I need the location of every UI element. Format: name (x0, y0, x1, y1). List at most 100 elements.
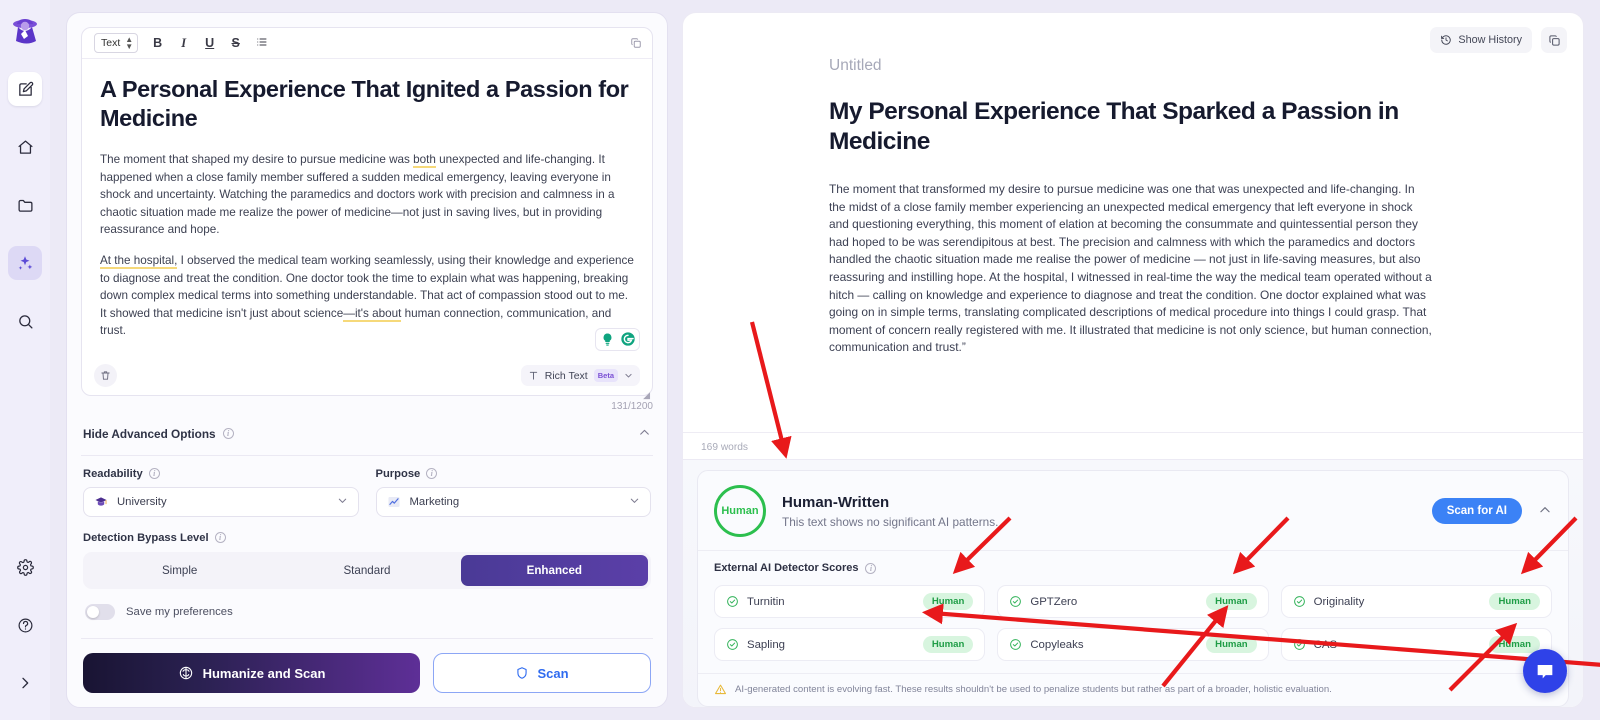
scan-for-ai-button[interactable]: Scan for AI (1431, 498, 1522, 524)
advanced-options-label: Hide Advanced Options (83, 426, 216, 441)
detector-status-badge: Human (1489, 593, 1540, 610)
check-circle-icon (727, 596, 738, 607)
bypass-option-simple[interactable]: Simple (86, 555, 273, 586)
detector-card-cas[interactable]: CAS Human (1280, 628, 1552, 661)
history-clock-icon (1441, 35, 1452, 45)
format-select[interactable]: Text ▲ ▼ (94, 33, 139, 53)
check-circle-icon (1293, 596, 1305, 607)
editor-toolbar: Text ▲ ▼ B I U S (82, 28, 652, 59)
updown-arrows-icon: ▲ ▼ (125, 35, 134, 51)
sidebar-item-edit[interactable] (8, 72, 42, 106)
show-history-label: Show History (1458, 34, 1522, 46)
advanced-options-toggle[interactable]: Hide Advanced Options i (67, 412, 667, 455)
sidebar-item-humanizer[interactable] (8, 246, 42, 280)
detector-status-badge: Human (922, 593, 974, 610)
grammarly-idea-icon[interactable] (599, 331, 616, 348)
readability-value: University (117, 495, 167, 508)
scan-warning-text: AI-generated content is evolving fast. T… (735, 684, 1332, 695)
scan-warning: AI-generated content is evolving fast. T… (698, 673, 1568, 706)
sidebar-expand-button[interactable] (8, 666, 42, 700)
purpose-value: Marketing (409, 495, 460, 508)
scan-results-panel: Human Human-Written This text shows no s… (683, 459, 1583, 707)
sidebar-item-folder[interactable] (8, 188, 42, 222)
detector-card-copyleaks[interactable]: Copyleaks Human (997, 628, 1269, 661)
resize-grip-icon[interactable]: ◢ (643, 390, 650, 401)
bypass-label: Detection Bypass Level (83, 531, 209, 544)
left-sidebar (0, 0, 50, 720)
detector-card-turnitin[interactable]: Turnitin Human (714, 585, 986, 618)
trash-icon[interactable] (94, 364, 117, 388)
chevron-up-icon[interactable] (638, 426, 651, 442)
readability-select[interactable]: University (83, 486, 359, 517)
chevron-down-icon[interactable] (629, 495, 640, 509)
sidebar-item-settings[interactable] (8, 550, 42, 584)
bold-button[interactable]: B (151, 36, 164, 50)
collapse-scan-button[interactable] (1538, 503, 1552, 520)
scan-button[interactable]: Scan (433, 653, 651, 693)
bullet-list-icon[interactable] (255, 36, 268, 51)
chevron-right-icon (22, 677, 29, 689)
beta-badge: Beta (593, 369, 618, 383)
chevron-up-icon (1540, 506, 1550, 512)
chevron-down-icon[interactable] (337, 495, 348, 509)
format-select-value: Text (101, 37, 121, 49)
text-editor[interactable]: Text ▲ ▼ B I U S A Personal Experience T… (81, 27, 653, 400)
info-icon[interactable]: i (148, 468, 160, 480)
brain-icon (179, 666, 192, 680)
grammarly-logo-icon[interactable] (619, 331, 636, 348)
info-icon[interactable]: i (222, 428, 234, 440)
chevron-down-icon (625, 374, 632, 378)
writing-assistant-icons[interactable] (595, 327, 640, 351)
chart-line-icon (387, 496, 400, 507)
detective-logo[interactable] (7, 14, 43, 50)
external-scores-label: External AI Detector Scores (714, 562, 859, 574)
italic-button[interactable]: I (177, 36, 190, 51)
save-preferences-toggle[interactable] (85, 603, 115, 620)
shield-icon (517, 667, 528, 679)
copy-icon[interactable] (630, 36, 642, 54)
editor-body[interactable]: A Personal Experience That Ignited a Pas… (82, 59, 652, 357)
search-icon (18, 314, 33, 329)
output-body: The moment that transformed my desire to… (829, 182, 1432, 355)
editor-title[interactable]: A Personal Experience That Ignited a Pas… (100, 75, 634, 133)
detector-card-gptzero[interactable]: GPTZero Human (997, 585, 1269, 618)
output-scroll-area[interactable]: Untitled My Personal Experience That Spa… (683, 13, 1583, 432)
editor-paragraph-2[interactable]: At the hospital, I observed the medical … (100, 252, 634, 340)
p2-highlight: At the hospital, (100, 253, 178, 269)
chat-bubble-icon[interactable] (1523, 649, 1567, 693)
humanize-and-scan-button[interactable]: Humanize and Scan (83, 653, 420, 693)
bypass-option-enhanced[interactable]: Enhanced (460, 554, 648, 586)
info-icon[interactable]: i (426, 468, 438, 480)
purpose-select[interactable]: Marketing (375, 486, 651, 517)
detector-name: CAS (1313, 638, 1338, 651)
detector-grid: Turnitin Human GPTZero Human Originality… (714, 585, 1552, 661)
detector-name: Originality (1313, 595, 1365, 608)
left-panel: Text ▲ ▼ B I U S A Personal Experience T… (50, 0, 668, 720)
detector-status-badge: Human (1206, 593, 1257, 610)
p2-highlight-2: —it's about (343, 306, 402, 322)
check-circle-icon (1010, 639, 1022, 650)
detector-card-originality[interactable]: Originality Human (1280, 585, 1552, 618)
output-card: Show History Untitled My Personal Experi… (682, 12, 1584, 708)
p1-part-a: The moment that shaped my desire to purs… (100, 153, 414, 166)
sidebar-item-search[interactable] (8, 304, 42, 338)
editor-paragraph-1[interactable]: The moment that shaped my desire to purs… (100, 151, 634, 239)
purpose-label: Purpose (375, 467, 421, 480)
copy-output-button[interactable] (1541, 27, 1567, 53)
sidebar-item-help[interactable] (8, 608, 42, 642)
character-count: 131/1200 (611, 400, 653, 412)
info-icon[interactable]: i (214, 532, 226, 544)
show-history-button[interactable]: Show History (1430, 27, 1532, 53)
save-preferences-row[interactable]: Save my preferences (67, 589, 667, 620)
check-circle-icon (1010, 596, 1022, 607)
bypass-option-standard[interactable]: Standard (273, 555, 460, 586)
detector-name: Turnitin (747, 595, 785, 608)
rich-text-selector[interactable]: Rich Text Beta (520, 365, 640, 387)
detector-card-sapling[interactable]: Sapling Human (714, 628, 986, 661)
info-icon[interactable]: i (865, 562, 877, 574)
readability-option: Readability i University (83, 468, 359, 517)
strikethrough-button[interactable]: S (229, 36, 242, 50)
graduation-cap-icon (95, 497, 107, 506)
underline-button[interactable]: U (203, 36, 216, 50)
sidebar-item-home[interactable] (8, 130, 42, 164)
